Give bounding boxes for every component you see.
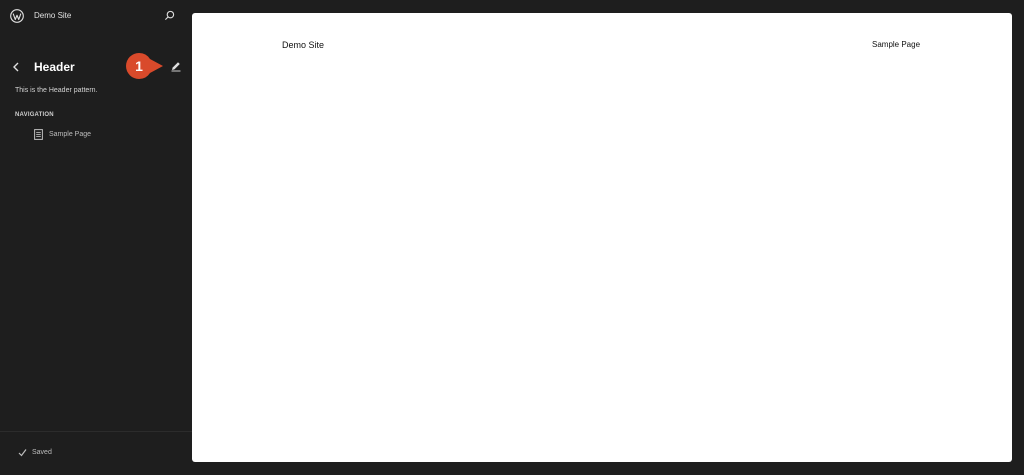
site-title[interactable]: Demo Site <box>34 11 71 20</box>
navigation-heading: NAVIGATION <box>15 112 54 118</box>
sidebar-header: Demo Site <box>0 0 192 32</box>
page-icon <box>34 129 43 140</box>
sidebar: Demo Site Header 1 This is the Header pa… <box>0 0 192 475</box>
navigation-item-sample-page[interactable]: Sample Page <box>34 129 174 141</box>
canvas-site-title[interactable]: Demo Site <box>282 40 324 50</box>
canvas-nav-link-sample-page[interactable]: Sample Page <box>872 40 920 49</box>
back-button[interactable] <box>10 60 22 74</box>
panel-description: This is the Header pattern. <box>15 87 98 94</box>
navigation-item-label: Sample Page <box>49 131 92 138</box>
panel-title: Header <box>34 60 75 74</box>
wordpress-logo-icon[interactable] <box>10 9 24 23</box>
footer-divider <box>0 431 192 432</box>
check-icon <box>18 449 27 457</box>
search-icon[interactable] <box>164 10 175 21</box>
save-status: Saved <box>32 449 52 456</box>
editor-canvas[interactable]: Demo Site Sample Page <box>192 13 1012 462</box>
pencil-icon[interactable] <box>170 60 182 72</box>
annotation-badge-number: 1 <box>135 58 143 74</box>
